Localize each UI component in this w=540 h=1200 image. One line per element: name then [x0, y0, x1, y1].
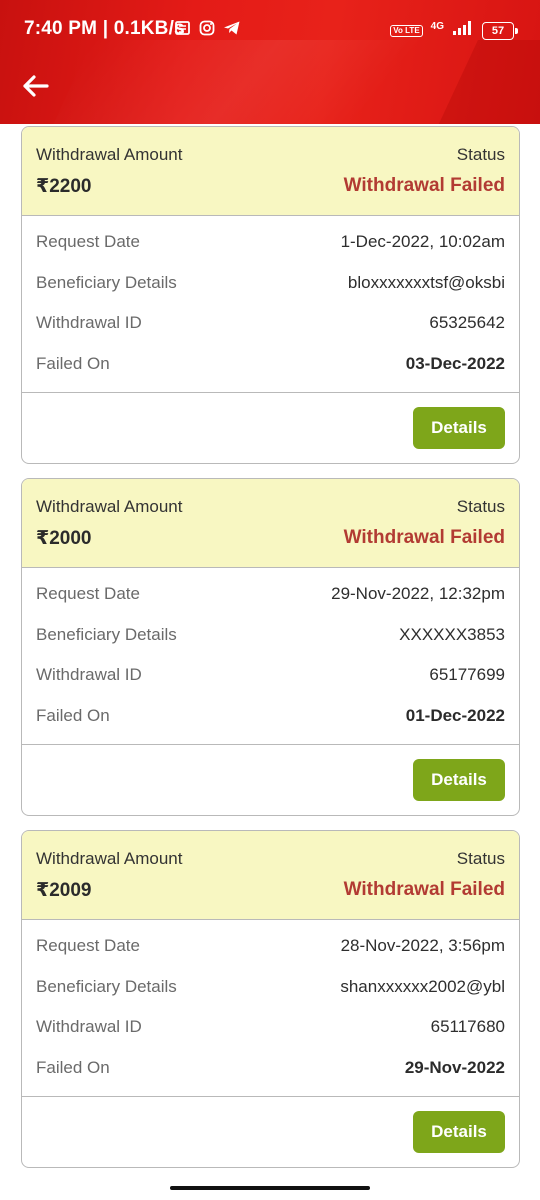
card-details: Request Date 1-Dec-2022, 10:02am Benefic… [22, 216, 519, 393]
request-date-value: 29-Nov-2022, 12:32pm [331, 584, 505, 603]
withdrawal-status: Withdrawal Failed [343, 527, 505, 548]
withdrawal-id-value: 65325642 [429, 313, 505, 332]
back-button[interactable] [20, 70, 52, 102]
withdrawal-card: Withdrawal Amount Status ₹2009 Withdrawa… [21, 830, 520, 1168]
telegram-icon [223, 20, 241, 41]
card-details: Request Date 28-Nov-2022, 3:56pm Benefic… [22, 920, 519, 1097]
withdrawal-id-label: Withdrawal ID [36, 665, 142, 684]
withdrawal-amount: ₹2000 [36, 528, 92, 549]
beneficiary-value: XXXXXX3853 [399, 625, 505, 644]
beneficiary-row: Beneficiary Details shanxxxxxx2002@ybl [36, 977, 505, 1001]
withdrawal-card: Withdrawal Amount Status ₹2000 Withdrawa… [21, 478, 520, 816]
failed-on-row: Failed On 29-Nov-2022 [36, 1058, 505, 1082]
beneficiary-value: bloxxxxxxxtsf@oksbi [347, 273, 505, 292]
withdrawal-id-row: Withdrawal ID 65177699 [36, 665, 505, 689]
failed-on-value: 29-Nov-2022 [404, 1058, 505, 1077]
failed-on-label: Failed On [36, 354, 110, 373]
withdrawal-id-row: Withdrawal ID 65325642 [36, 313, 505, 337]
beneficiary-label: Beneficiary Details [36, 625, 177, 644]
arrow-left-icon [23, 75, 49, 97]
request-date-label: Request Date [36, 232, 140, 251]
request-date-row: Request Date 1-Dec-2022, 10:02am [36, 232, 505, 256]
volte-icon: Vo LTE [390, 24, 423, 37]
status-label: Status [456, 497, 505, 516]
withdrawal-id-label: Withdrawal ID [36, 313, 142, 332]
details-button[interactable]: Details [413, 407, 505, 449]
beneficiary-label: Beneficiary Details [36, 977, 177, 996]
card-details: Request Date 29-Nov-2022, 12:32pm Benefi… [22, 568, 519, 745]
card-header: Withdrawal Amount Status ₹2200 Withdrawa… [22, 127, 519, 216]
details-button[interactable]: Details [413, 759, 505, 801]
beneficiary-label: Beneficiary Details [36, 273, 177, 292]
failed-on-value: 03-Dec-2022 [405, 354, 505, 373]
network-type: 4G [430, 20, 444, 32]
request-date-value: 1-Dec-2022, 10:02am [340, 232, 505, 251]
card-header: Withdrawal Amount Status ₹2000 Withdrawa… [22, 479, 519, 568]
details-button[interactable]: Details [413, 1111, 505, 1153]
failed-on-row: Failed On 03-Dec-2022 [36, 354, 505, 378]
failed-on-row: Failed On 01-Dec-2022 [36, 706, 505, 730]
withdrawal-status: Withdrawal Failed [343, 175, 505, 196]
withdrawal-amount: ₹2009 [36, 880, 92, 901]
withdrawal-card: Withdrawal Amount Status ₹2200 Withdrawa… [21, 126, 520, 464]
withdrawal-amount: ₹2200 [36, 176, 92, 197]
failed-on-label: Failed On [36, 1058, 110, 1077]
signal-icon [452, 20, 474, 41]
beneficiary-value: shanxxxxxx2002@ybl [340, 977, 505, 996]
withdrawal-amount-label: Withdrawal Amount [36, 497, 183, 516]
status-separator: | [102, 18, 109, 39]
withdrawal-status: Withdrawal Failed [343, 879, 505, 900]
status-label: Status [456, 849, 505, 868]
battery-icon: 57 [482, 21, 518, 40]
home-indicator[interactable] [170, 1186, 370, 1190]
news-icon [175, 20, 191, 41]
request-date-label: Request Date [36, 936, 140, 955]
withdrawal-id-label: Withdrawal ID [36, 1017, 142, 1036]
card-footer: Details [22, 393, 519, 463]
withdrawal-id-row: Withdrawal ID 65117680 [36, 1017, 505, 1041]
card-footer: Details [22, 745, 519, 815]
withdrawal-amount-label: Withdrawal Amount [36, 849, 183, 868]
status-label: Status [456, 145, 505, 164]
status-time-group: 7:40 PM | 0.1KB/s [24, 18, 185, 40]
failed-on-value: 01-Dec-2022 [405, 706, 505, 725]
beneficiary-row: Beneficiary Details XXXXXX3853 [36, 625, 505, 649]
failed-on-label: Failed On [36, 706, 110, 725]
card-footer: Details [22, 1097, 519, 1167]
request-date-row: Request Date 29-Nov-2022, 12:32pm [36, 584, 505, 608]
app-header: 7:40 PM | 0.1KB/s Vo LTE 4G 57 [0, 0, 540, 124]
request-date-row: Request Date 28-Nov-2022, 3:56pm [36, 936, 505, 960]
card-header: Withdrawal Amount Status ₹2009 Withdrawa… [22, 831, 519, 920]
status-system-icons: Vo LTE 4G 57 [390, 20, 518, 41]
status-notification-icons [175, 20, 241, 41]
request-date-label: Request Date [36, 584, 140, 603]
withdrawal-id-value: 65117680 [430, 1017, 505, 1036]
instagram-icon [199, 20, 215, 41]
withdrawal-amount-label: Withdrawal Amount [36, 145, 183, 164]
status-bar: 7:40 PM | 0.1KB/s Vo LTE 4G 57 [0, 0, 540, 60]
beneficiary-row: Beneficiary Details bloxxxxxxxtsf@oksbi [36, 273, 505, 297]
withdrawal-id-value: 65177699 [429, 665, 505, 684]
request-date-value: 28-Nov-2022, 3:56pm [340, 936, 505, 955]
status-time: 7:40 PM [24, 18, 98, 39]
